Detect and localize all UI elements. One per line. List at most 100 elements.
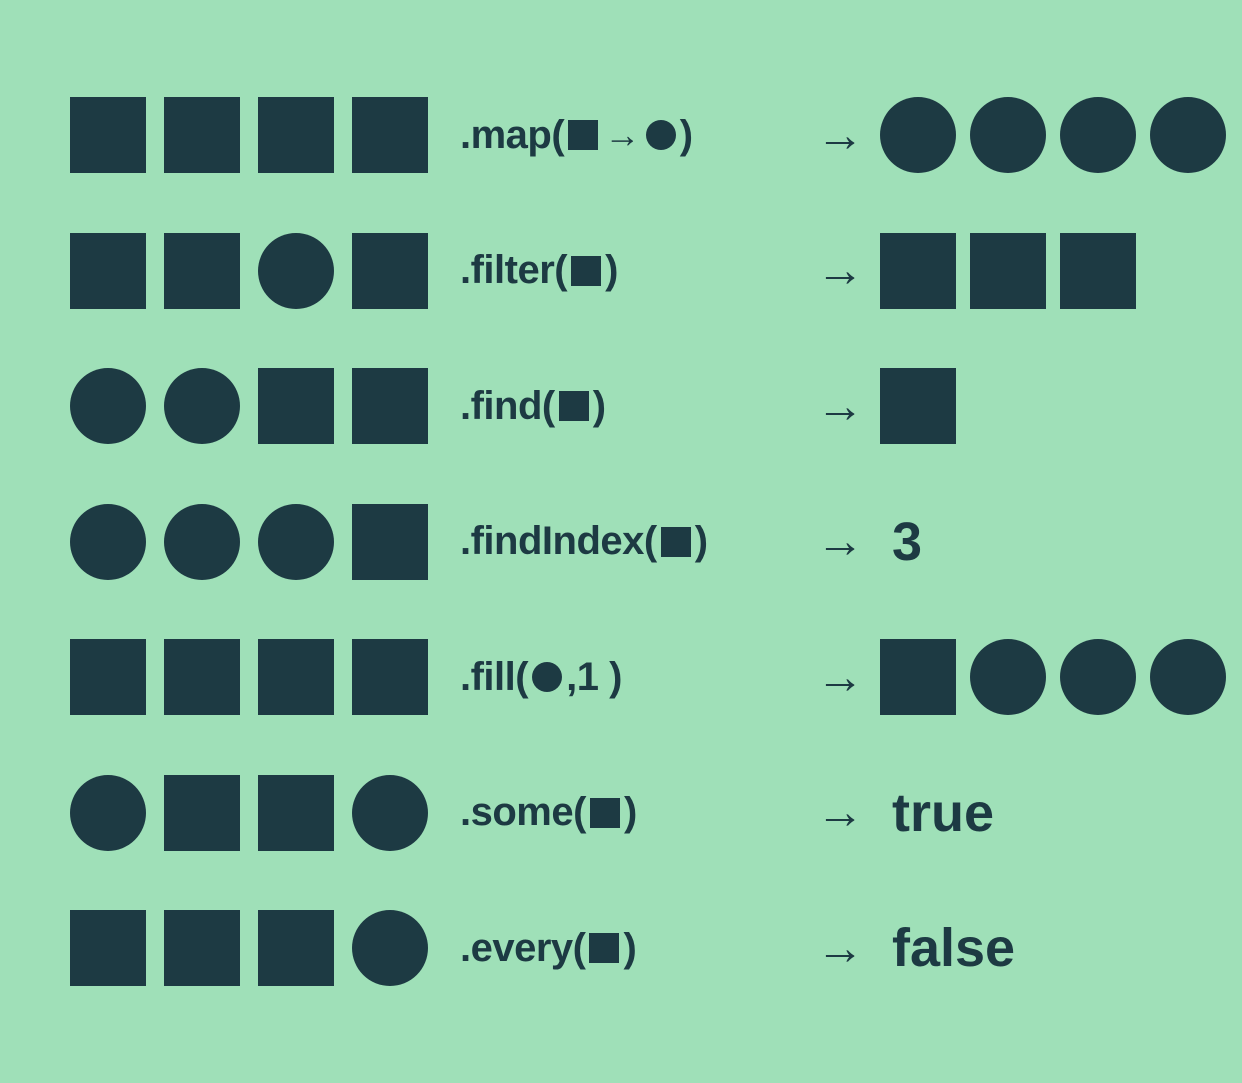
square-icon (589, 933, 619, 963)
square-icon (352, 233, 428, 309)
method-label: .filter( ) (460, 248, 800, 293)
method-post: ,1 ) (566, 655, 622, 700)
square-icon (258, 368, 334, 444)
square-icon (70, 97, 146, 173)
square-icon (1060, 233, 1136, 309)
method-post: ) (593, 384, 606, 429)
method-post: ) (695, 519, 708, 564)
input-shapes (70, 504, 460, 580)
circle-icon (352, 775, 428, 851)
square-icon (352, 97, 428, 173)
method-label: .fill( ,1 ) (460, 655, 800, 700)
circle-icon (532, 662, 562, 692)
output-shapes (880, 233, 1136, 309)
square-icon (258, 775, 334, 851)
input-shapes (70, 368, 460, 444)
square-icon (70, 910, 146, 986)
square-icon (880, 233, 956, 309)
square-icon (164, 639, 240, 715)
method-pre: .filter( (460, 248, 567, 293)
method-label: .every( ) (460, 926, 800, 971)
method-label: .findIndex( ) (460, 519, 800, 564)
square-icon (590, 798, 620, 828)
circle-icon (70, 368, 146, 444)
circle-icon (646, 120, 676, 150)
arrow-icon: → (604, 114, 640, 156)
circle-icon (164, 504, 240, 580)
square-icon (559, 391, 589, 421)
square-icon (661, 527, 691, 557)
output-text: 3 (892, 511, 922, 573)
square-icon (880, 368, 956, 444)
row-every: .every( ) → false (70, 903, 1172, 993)
square-icon (164, 775, 240, 851)
circle-icon (352, 910, 428, 986)
output-shapes (880, 639, 1226, 715)
circle-icon (1060, 639, 1136, 715)
square-icon (970, 233, 1046, 309)
result-arrow-icon: → (800, 921, 880, 976)
output-shapes (880, 368, 956, 444)
square-icon (571, 256, 601, 286)
output-value: false (880, 917, 1015, 979)
method-label: .some( ) (460, 790, 800, 835)
square-icon (164, 97, 240, 173)
circle-icon (164, 368, 240, 444)
method-label: .map( → ) (460, 113, 800, 158)
output-value: true (880, 782, 994, 844)
method-pre: .find( (460, 384, 555, 429)
output-text: true (892, 782, 994, 844)
method-pre: .every( (460, 926, 585, 971)
circle-icon (1150, 97, 1226, 173)
method-pre: .map( (460, 113, 564, 158)
input-shapes (70, 775, 460, 851)
result-arrow-icon: → (800, 650, 880, 705)
input-shapes (70, 233, 460, 309)
circle-icon (970, 639, 1046, 715)
method-post: ) (605, 248, 618, 293)
circle-icon (258, 504, 334, 580)
square-icon (70, 639, 146, 715)
method-post: ) (624, 790, 637, 835)
circle-icon (1150, 639, 1226, 715)
input-shapes (70, 910, 460, 986)
square-icon (352, 368, 428, 444)
row-find: .find( ) → (70, 361, 1172, 451)
output-text: false (892, 917, 1015, 979)
square-icon (258, 97, 334, 173)
square-icon (164, 910, 240, 986)
circle-icon (970, 97, 1046, 173)
result-arrow-icon: → (800, 243, 880, 298)
square-icon (568, 120, 598, 150)
row-fill: .fill( ,1 ) → (70, 632, 1172, 722)
method-post: ) (623, 926, 636, 971)
square-icon (258, 910, 334, 986)
method-label: .find( ) (460, 384, 800, 429)
result-arrow-icon: → (800, 514, 880, 569)
method-pre: .findIndex( (460, 519, 657, 564)
row-findindex: .findIndex( ) → 3 (70, 497, 1172, 587)
row-map: .map( → ) → (70, 90, 1172, 180)
row-some: .some( ) → true (70, 768, 1172, 858)
method-pre: .some( (460, 790, 586, 835)
square-icon (880, 639, 956, 715)
method-pre: .fill( (460, 655, 528, 700)
result-arrow-icon: → (800, 785, 880, 840)
square-icon (352, 639, 428, 715)
input-shapes (70, 97, 460, 173)
input-shapes (70, 639, 460, 715)
square-icon (70, 233, 146, 309)
circle-icon (880, 97, 956, 173)
square-icon (164, 233, 240, 309)
circle-icon (258, 233, 334, 309)
result-arrow-icon: → (800, 379, 880, 434)
circle-icon (70, 775, 146, 851)
output-shapes (880, 97, 1226, 173)
square-icon (258, 639, 334, 715)
circle-icon (1060, 97, 1136, 173)
result-arrow-icon: → (800, 108, 880, 163)
square-icon (352, 504, 428, 580)
row-filter: .filter( ) → (70, 226, 1172, 316)
circle-icon (70, 504, 146, 580)
method-post: ) (680, 113, 693, 158)
